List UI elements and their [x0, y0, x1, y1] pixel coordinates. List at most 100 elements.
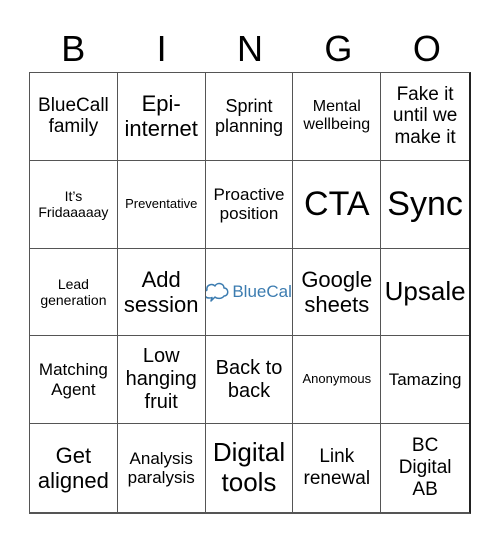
cell-label: Preventative [125, 195, 198, 212]
bingo-cell[interactable]: Digital tools [206, 424, 294, 512]
bingo-cell[interactable]: It’s Fridaaaaay [30, 160, 118, 249]
bingo-cell[interactable]: Low hanging fruit [117, 336, 206, 425]
free-space-cell[interactable]: BlueCall [205, 248, 294, 337]
cell-text-line: Proactive [213, 184, 285, 204]
cell-text-line: Back to [215, 356, 283, 379]
cell-label: Add session [124, 267, 199, 318]
cell-label: Upsale [384, 276, 466, 307]
cell-text-line: fruit [144, 391, 178, 414]
cell-text-line: BC [411, 435, 439, 457]
bingo-cell[interactable]: CTA [293, 160, 382, 249]
cell-label: BC Digital AB [399, 435, 452, 501]
cell-text-line: until we [392, 105, 458, 127]
bluecall-logo: BlueCall [205, 280, 294, 304]
cell-label: Sync [387, 185, 463, 224]
cell-label: Proactive position [214, 185, 285, 224]
cell-label: Matching Agent [39, 360, 108, 399]
bingo-cell[interactable]: Mental wellbeing [293, 73, 382, 161]
cell-label: Back to back [216, 357, 283, 403]
bingo-cell[interactable]: Analysis paralysis [118, 424, 206, 512]
bingo-cell[interactable]: BlueCall family [30, 73, 118, 161]
cell-label: Anonymous [302, 371, 372, 387]
cell-text-line: paralysis [127, 468, 195, 488]
cell-text-line: aligned [37, 468, 109, 494]
bingo-header: B I N G O [29, 20, 471, 72]
bingo-cell[interactable]: Fake it until we make it [381, 73, 469, 161]
cell-text-line: AB [412, 479, 438, 501]
cell-label: It’s Fridaaaaay [38, 188, 108, 220]
cell-label: Digital tools [212, 437, 286, 498]
logo-text: BlueCall [232, 282, 294, 302]
cell-label: Epi-internet [125, 91, 198, 142]
header-letter-n: N [237, 28, 264, 69]
bingo-cell[interactable]: Tamazing [381, 336, 469, 425]
bingo-cell[interactable]: Get aligned [30, 424, 118, 512]
cell-label: Tamazing [389, 370, 462, 390]
cell-text-line: make it [394, 127, 456, 149]
cell-text-line: Lead [57, 275, 89, 292]
cell-text-line: Digital [398, 457, 452, 479]
cell-text-line: Analysis [129, 448, 193, 468]
header-letter-i: I [156, 28, 167, 69]
cell-label: CTA [304, 185, 369, 224]
cell-text-line: Fake it [396, 83, 454, 105]
bingo-cell[interactable]: Link renewal [293, 424, 382, 512]
cell-text-line: Matching [38, 360, 108, 380]
cell-text-line: Digital [212, 437, 286, 468]
cell-text-line: Get [55, 442, 92, 468]
header-letter-b: B [61, 28, 86, 69]
cell-label: Analysis paralysis [128, 449, 195, 488]
cell-text-line: Tamazing [388, 370, 462, 390]
cell-text-line: Anonymous [302, 371, 372, 387]
bingo-cell[interactable]: Sprint planning [205, 73, 294, 161]
cell-text-line: family [48, 116, 99, 138]
cell-text-line: position [219, 204, 279, 224]
cell-text-line: tools [221, 467, 277, 498]
speech-cloud-icon [205, 282, 229, 302]
bingo-cell[interactable]: Sync [381, 161, 469, 249]
cell-label: Fake it until we make it [393, 84, 457, 150]
cell-text-line: Google [301, 266, 373, 292]
cell-text-line: Fridaaaaay [38, 204, 109, 221]
cell-text-line: Low [142, 345, 180, 368]
bingo-cell[interactable]: Anonymous [293, 336, 382, 425]
cell-text-line: sheets [304, 291, 370, 317]
cell-label: Lead generation [40, 276, 106, 308]
bingo-cell[interactable]: Lead generation [30, 248, 118, 337]
cell-label: Mental wellbeing [303, 98, 370, 135]
cell-text-line: Preventative [125, 195, 198, 211]
bingo-cell[interactable]: BC Digital AB [381, 424, 469, 512]
cell-text-line: hanging [125, 368, 197, 391]
cell-text-line: Upsale [384, 276, 466, 307]
cell-text-line: Agent [51, 379, 96, 399]
bingo-cell[interactable]: Upsale [381, 249, 469, 337]
cell-text-line: planning [214, 116, 284, 137]
bingo-grid: BlueCall family Epi-internet Sprint planni… [29, 72, 471, 514]
cell-text-line: Sprint [225, 95, 273, 116]
cell-text-line: wellbeing [303, 116, 371, 134]
cell-text-line: renewal [303, 468, 371, 490]
cell-text-line: BlueCall [38, 94, 109, 116]
cell-label: Link renewal [304, 446, 371, 490]
header-letter-o: O [412, 28, 441, 69]
bingo-cell[interactable]: Back to back [205, 336, 294, 425]
bingo-cell[interactable]: Preventative [117, 160, 206, 249]
bingo-cell[interactable]: Google sheets [293, 248, 382, 337]
bingo-cell[interactable]: Epi-internet [117, 73, 206, 161]
cell-label: Sprint planning [215, 96, 283, 137]
cell-text-line: generation [40, 291, 107, 308]
cell-label: Get aligned [38, 443, 109, 494]
cell-label: BlueCall family [38, 95, 109, 139]
cell-text-line: internet [124, 116, 198, 142]
bingo-cell[interactable]: Proactive position [205, 160, 294, 249]
cell-label: Google sheets [301, 267, 372, 318]
bingo-cell[interactable]: Add session [117, 248, 206, 337]
cell-text-line: Add [141, 266, 181, 292]
cell-text-line: CTA [304, 184, 370, 223]
bingo-cell[interactable]: Matching Agent [30, 336, 118, 425]
cell-text-line: Epi- [141, 91, 181, 117]
cell-text-line: session [123, 291, 199, 317]
cell-text-line: back [227, 379, 271, 402]
cell-label: Low hanging fruit [126, 345, 197, 414]
cell-text-line: Mental [312, 98, 361, 115]
